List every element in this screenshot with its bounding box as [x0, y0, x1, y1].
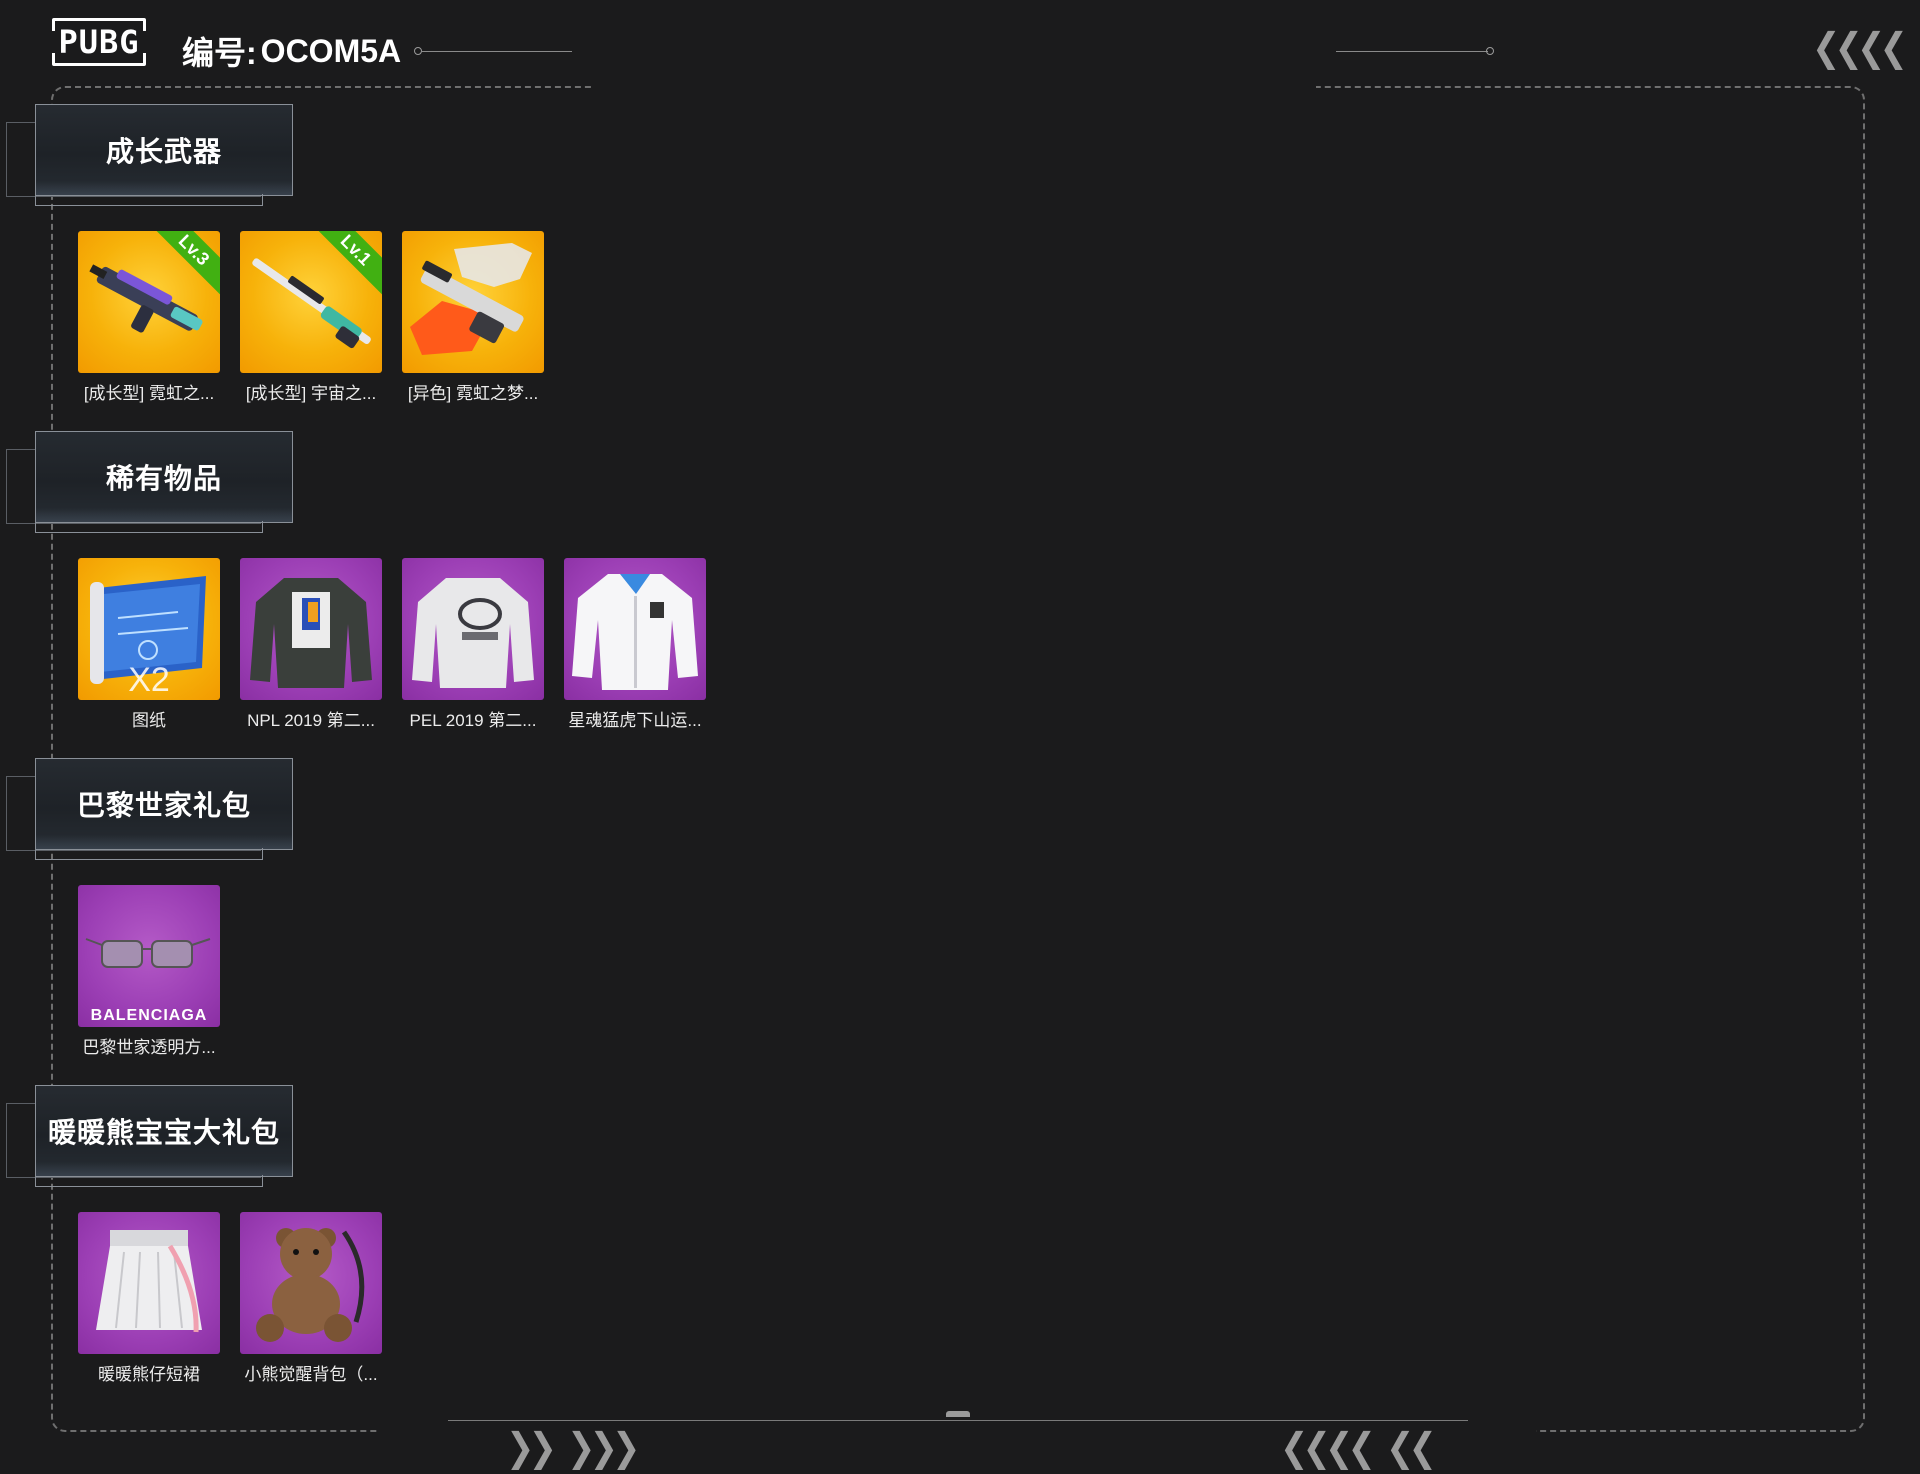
item-label: 暖暖熊仔短裙 [98, 1365, 200, 1384]
item-card[interactable]: Lv.3 [成长型] 霓虹之... [78, 231, 220, 404]
jacket-icon [250, 578, 372, 688]
item-card[interactable]: 暖暖熊仔短裙 [78, 1212, 220, 1385]
item-label: [异色] 霓虹之梦... [407, 384, 539, 403]
jacket-icon [412, 578, 534, 688]
item-card[interactable]: Lv.1 [成长型] 宇宙之... [240, 231, 382, 404]
serial-value: OCOM5A [260, 32, 402, 69]
header-line-dot-right [1486, 47, 1494, 55]
header-line-dot-left [414, 47, 422, 55]
item-card[interactable]: BALENCIAGA 巴黎世家透明方... [78, 885, 220, 1058]
item-label: 巴黎世家透明方... [82, 1038, 216, 1057]
brand-label: BALENCIAGA [90, 1007, 208, 1024]
item-label: 小熊觉醒背包（... [244, 1365, 378, 1384]
chevrons-right-icon: ❯ ❯ ❯ ❯ ❯ [506, 1426, 640, 1470]
section-header-balenciaga-pack: 巴黎世家礼包 [0, 758, 300, 868]
section-title: 稀有物品 [105, 463, 222, 494]
section-header-teddy-bear-pack: 暖暖熊宝宝大礼包 [0, 1085, 300, 1195]
item-thumbnail: X2 [78, 558, 220, 700]
section-title: 暖暖熊宝宝大礼包 [47, 1117, 280, 1148]
section-title: 巴黎世家礼包 [76, 790, 251, 821]
item-thumbnail [78, 1212, 220, 1354]
item-card[interactable]: NPL 2019 第二... [240, 558, 382, 731]
item-label: PEL 2019 第二... [409, 711, 537, 730]
jacket-icon [572, 574, 698, 690]
item-thumbnail [564, 558, 706, 700]
item-label: NPL 2019 第二... [247, 711, 375, 730]
frame-gap-top [592, 80, 1316, 94]
item-row-balenciaga-pack: BALENCIAGA 巴黎世家透明方... [78, 885, 220, 1058]
item-label: 图纸 [132, 711, 166, 730]
chevrons-left-icon: ❮ ❮ ❮ ❮ ❮ ❮ [1280, 1426, 1437, 1470]
item-card[interactable]: PEL 2019 第二... [402, 558, 544, 731]
chevrons-left-icon: ❮❮❮❮❮ [1812, 26, 1920, 70]
footer-line [448, 1420, 1468, 1421]
item-thumbnail [402, 231, 544, 373]
item-label: 星魂猛虎下山运... [568, 711, 702, 730]
item-label: [成长型] 霓虹之... [83, 384, 215, 403]
item-row-rare-items: X2 图纸 NPL 2019 第二... PEL 2019 第二... 星魂猛虎… [78, 558, 706, 731]
item-thumbnail: Lv.3 [78, 231, 220, 373]
item-card[interactable]: 小熊觉醒背包（... [240, 1212, 382, 1385]
item-label: [成长型] 宇宙之... [245, 384, 377, 403]
item-card[interactable]: [异色] 霓虹之梦... [402, 231, 544, 404]
footer-scroll-handle[interactable] [946, 1411, 970, 1417]
serial-number: 编号: OCOM5A [182, 28, 401, 74]
header-line-right [1336, 51, 1488, 52]
teddy-bear-backpack-icon [256, 1228, 365, 1342]
serial-label: 编号: [182, 35, 257, 71]
section-title: 成长武器 [105, 136, 222, 167]
rifle-icon [410, 243, 532, 355]
pubg-logo: PUBG [50, 18, 148, 66]
header-line-left [422, 51, 572, 52]
skirt-icon [96, 1230, 202, 1333]
item-quantity: X2 [128, 661, 170, 699]
item-thumbnail [240, 558, 382, 700]
item-thumbnail [402, 558, 544, 700]
item-thumbnail: BALENCIAGA [78, 885, 220, 1027]
item-thumbnail [240, 1212, 382, 1354]
sunglasses-icon [85, 938, 211, 968]
item-card[interactable]: 星魂猛虎下山运... [564, 558, 706, 731]
section-header-rare-items: 稀有物品 [0, 431, 300, 541]
item-row-teddy-bear-pack: 暖暖熊仔短裙 小熊觉醒背包（... [78, 1212, 382, 1385]
item-card[interactable]: X2 图纸 [78, 558, 220, 731]
item-row-growth-weapons: Lv.3 [成长型] 霓虹之... Lv.1 [成长型] 宇宙之... [异色]… [78, 231, 544, 404]
section-header-growth-weapons: 成长武器 [0, 104, 300, 214]
item-thumbnail: Lv.1 [240, 231, 382, 373]
